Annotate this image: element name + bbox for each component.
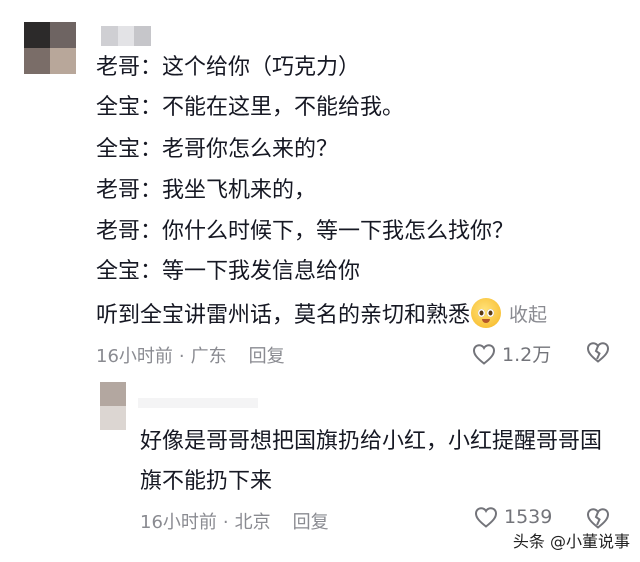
comment-line: 全宝：不能在这里，不能给我。 bbox=[96, 95, 405, 120]
comment-line: 全宝：老哥你怎么来的？ bbox=[96, 137, 339, 162]
separator-dot: · bbox=[222, 512, 229, 533]
comment-meta: 16小时前 · 广东 回复 bbox=[96, 342, 285, 368]
avatar[interactable] bbox=[100, 382, 126, 430]
reply-button[interactable]: 回复 bbox=[249, 346, 285, 367]
username-censored[interactable] bbox=[138, 398, 258, 408]
username-censored[interactable] bbox=[101, 26, 152, 46]
watermark: 头条 @小董说事 bbox=[512, 532, 630, 551]
location: 北京 bbox=[234, 512, 271, 533]
location: 广东 bbox=[190, 346, 227, 367]
reply-button[interactable]: 回复 bbox=[293, 512, 329, 533]
broken-heart-icon bbox=[586, 508, 610, 529]
dislike-button[interactable] bbox=[586, 341, 610, 367]
reply-meta: 16小时前 · 北京 回复 bbox=[140, 508, 329, 534]
comment-line: 老哥：这个给你（巧克力） bbox=[96, 55, 361, 80]
heart-icon bbox=[474, 507, 498, 528]
reply-text: 好像是哥哥想把国旗扔给小红，小红提醒哥哥国旗不能扔下来 bbox=[140, 429, 603, 494]
crying-face-emoji-icon bbox=[471, 298, 502, 328]
comment-line: 全宝：等一下我发信息给你 bbox=[96, 259, 361, 284]
like-count: 1.2万 bbox=[502, 344, 552, 366]
comment-line: 听到全宝讲雷州话，莫名的亲切和熟悉 bbox=[96, 303, 471, 328]
collapse-button[interactable]: 收起 bbox=[509, 304, 547, 326]
like-count: 1539 bbox=[504, 506, 553, 528]
timestamp: 16小时前 bbox=[96, 346, 173, 367]
comment-last-line: 听到全宝讲雷州话，莫名的亲切和熟悉 收起 bbox=[96, 298, 547, 331]
separator-dot: · bbox=[178, 346, 185, 367]
heart-icon bbox=[472, 343, 496, 365]
like-button[interactable]: 1539 bbox=[474, 506, 552, 528]
timestamp: 16小时前 bbox=[140, 512, 217, 533]
like-button[interactable]: 1.2万 bbox=[472, 340, 551, 367]
broken-heart-icon bbox=[586, 342, 610, 363]
comment-line: 老哥：我坐飞机来的， bbox=[96, 178, 317, 203]
avatar[interactable] bbox=[24, 22, 76, 74]
comment-line: 老哥：你什么时候下，等一下我怎么找你？ bbox=[96, 219, 515, 244]
